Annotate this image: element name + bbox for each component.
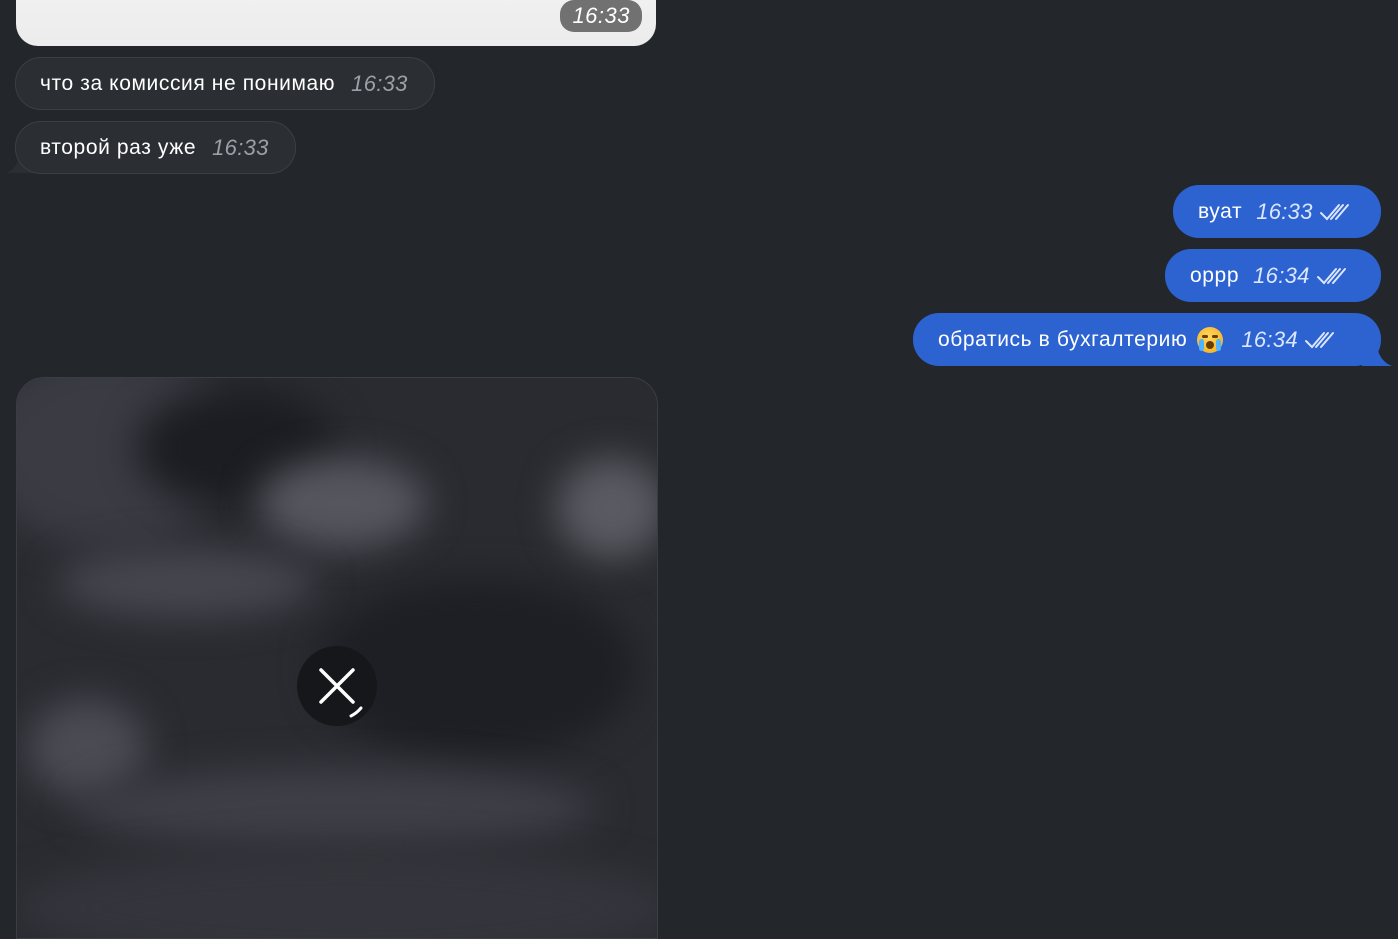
double-check-icon — [1304, 330, 1336, 350]
message-time: 16:34 — [1253, 262, 1310, 288]
cancel-download-button[interactable] — [297, 646, 377, 726]
message-text: что за комиссия не понимаю — [40, 71, 336, 95]
message-text: оррр — [1190, 263, 1240, 287]
image-message-top[interactable]: 16:33 — [16, 0, 656, 46]
message-text: вуат — [1198, 199, 1243, 223]
crying-face-emoji-icon — [1197, 326, 1224, 353]
blur-blob — [557, 458, 657, 558]
incoming-message[interactable]: что за комиссия не понимаю 16:33 — [15, 57, 435, 110]
blur-blob — [257, 458, 427, 548]
image-time-stamp: 16:33 — [560, 0, 642, 32]
message-time: 16:33 — [212, 134, 269, 160]
message-text: обратись в бухгалтерию — [938, 327, 1188, 351]
blurred-media-message[interactable] — [16, 377, 658, 939]
blur-blob — [17, 848, 657, 938]
close-icon — [319, 668, 363, 718]
message-text: второй раз уже — [40, 135, 197, 159]
outgoing-message[interactable]: обратись в бухгалтерию 16:34 — [913, 313, 1381, 366]
outgoing-message[interactable]: оррр 16:34 — [1165, 249, 1381, 302]
message-time: 16:33 — [1256, 198, 1313, 224]
message-time: 16:33 — [351, 70, 408, 96]
blur-blob — [57, 548, 317, 618]
message-time: 16:34 — [1241, 326, 1298, 352]
blur-blob — [77, 768, 597, 848]
incoming-message[interactable]: второй раз уже 16:33 — [15, 121, 296, 174]
double-check-icon — [1319, 202, 1351, 222]
outgoing-message[interactable]: вуат 16:33 — [1173, 185, 1381, 238]
chat-history: 16:33 что за комиссия не понимаю 16:33 в… — [0, 0, 1398, 939]
double-check-icon — [1316, 266, 1348, 286]
